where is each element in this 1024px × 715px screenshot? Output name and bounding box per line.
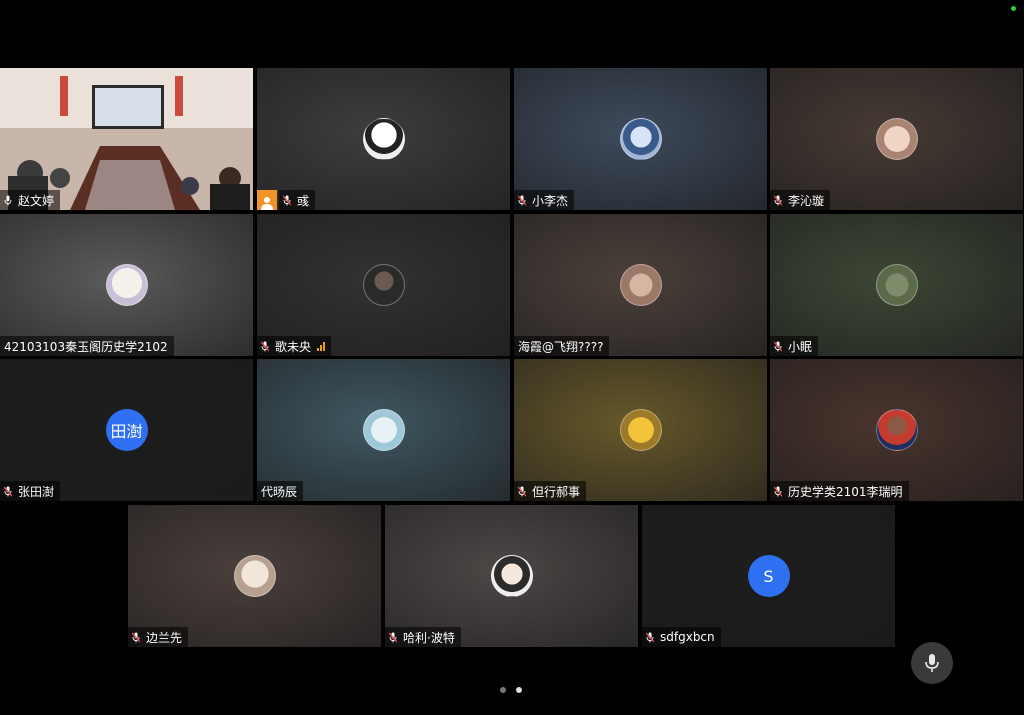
- participant-name: 但行郝事: [532, 484, 581, 499]
- participant-tile[interactable]: 小李杰: [514, 68, 767, 210]
- avatar: [362, 118, 405, 160]
- mic-muted-icon: [518, 486, 526, 496]
- avatar: [362, 409, 405, 451]
- participant-name-label: 42103103秦玉阁历史学2102: [0, 336, 174, 356]
- mic-muted-icon: [646, 632, 654, 642]
- participant-name-label: 李沁璇: [770, 190, 831, 210]
- mic-icon: [4, 195, 12, 205]
- avatar: [362, 264, 405, 306]
- mic-muted-icon: [518, 195, 526, 205]
- participant-name-label: 歌未央: [257, 336, 332, 356]
- mic-muted-icon: [283, 195, 291, 205]
- participant-tile[interactable]: 边兰先: [128, 505, 381, 647]
- participant-name-label: 代旸辰: [257, 481, 304, 501]
- avatar-initials: 田澍: [110, 422, 143, 441]
- mic-muted-icon: [261, 341, 269, 351]
- participant-tile[interactable]: 但行郝事: [514, 359, 767, 501]
- participant-tile[interactable]: 赵文婷: [0, 68, 253, 210]
- avatar: [875, 264, 918, 306]
- participant-name-label: 小李杰: [514, 190, 575, 210]
- participant-name-label: 哈利·波特: [385, 627, 461, 647]
- participant-name: 哈利·波特: [403, 630, 455, 645]
- participant-name-label: 张田澍: [0, 481, 61, 501]
- participant-name-label: sdfgxbcn: [642, 627, 721, 647]
- participant-tile[interactable]: 历史学类2101李瑞明: [770, 359, 1023, 501]
- participant-tile[interactable]: 42103103秦玉阁历史学2102: [0, 214, 253, 356]
- mic-muted-icon: [774, 195, 782, 205]
- participant-name: 42103103秦玉阁历史学2102: [4, 339, 168, 354]
- mic-muted-icon: [774, 341, 782, 351]
- avatar: [875, 409, 918, 451]
- participant-tile[interactable]: 小眠: [770, 214, 1023, 356]
- participant-name: 赵文婷: [18, 193, 55, 208]
- participant-name-label: 边兰先: [128, 627, 189, 647]
- participant-name: 小眠: [788, 339, 813, 354]
- page-indicator[interactable]: [500, 687, 522, 693]
- participant-tile[interactable]: 歌未央: [257, 214, 510, 356]
- participant-tile[interactable]: S sdfgxbcn: [642, 505, 895, 647]
- video-feed: [0, 68, 253, 210]
- participant-name: 边兰先: [146, 630, 183, 645]
- participant-name: 代旸辰: [261, 484, 298, 499]
- mic-muted-icon: [774, 486, 782, 496]
- avatar: S: [747, 555, 790, 597]
- avatar: 田澍: [105, 409, 148, 451]
- participant-tile[interactable]: 代旸辰: [257, 359, 510, 501]
- avatar: [619, 264, 662, 306]
- avatar: [105, 264, 148, 306]
- avatar-initials: S: [763, 566, 774, 586]
- participant-name: 海霞@飞翔????: [518, 339, 604, 354]
- avatar: [619, 409, 662, 451]
- participant-tile[interactable]: 李沁璇: [770, 68, 1023, 210]
- participant-name-label: 海霞@飞翔????: [514, 336, 610, 356]
- avatar: [490, 555, 533, 597]
- participant-tile[interactable]: 哈利·波特: [385, 505, 638, 647]
- participant-name: 歌未央: [275, 339, 312, 354]
- participant-tile[interactable]: 海霞@飞翔????: [514, 214, 767, 356]
- participant-name: 小李杰: [532, 193, 569, 208]
- microphone-icon: [925, 654, 939, 672]
- mic-muted-icon: [132, 632, 140, 642]
- signal-strength-icon: [317, 341, 326, 351]
- participant-name-label: 但行郝事: [514, 481, 587, 501]
- page-dot-1[interactable]: [500, 687, 506, 693]
- status-indicator: [1011, 6, 1016, 11]
- person-icon: [257, 190, 277, 210]
- mic-muted-icon: [389, 632, 397, 642]
- participant-name: 张田澍: [18, 484, 55, 499]
- avatar: [619, 118, 662, 160]
- participant-name: 彧: [297, 193, 310, 208]
- participant-name: 历史学类2101李瑞明: [788, 484, 903, 499]
- avatar: [233, 555, 276, 597]
- participant-name-label: 历史学类2101李瑞明: [770, 481, 909, 501]
- participant-name-label: 赵文婷: [0, 190, 61, 210]
- participant-name-label: 小眠: [770, 336, 819, 356]
- participant-tile[interactable]: 田澍 张田澍: [0, 359, 253, 501]
- participant-name: sdfgxbcn: [660, 630, 715, 644]
- mic-muted-icon: [4, 486, 12, 496]
- participant-tile[interactable]: 彧: [257, 68, 510, 210]
- page-dot-2[interactable]: [516, 687, 522, 693]
- mic-button[interactable]: [911, 642, 953, 684]
- participant-name-label: 彧: [279, 190, 316, 210]
- participant-name: 李沁璇: [788, 193, 825, 208]
- avatar: [875, 118, 918, 160]
